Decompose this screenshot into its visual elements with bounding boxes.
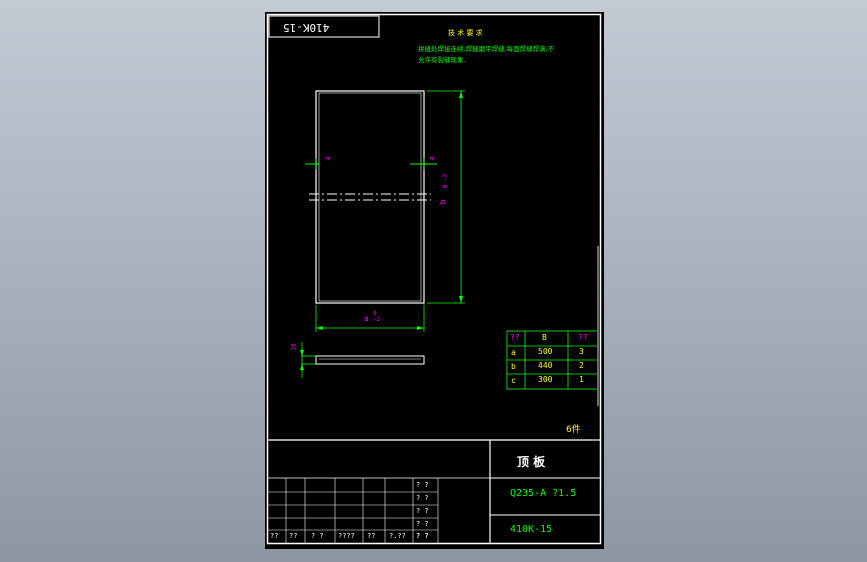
dim-bottom-tol: 0 -2	[373, 310, 381, 323]
bottom-cell-3: ? ?	[311, 532, 324, 540]
viewport-scrollbar[interactable]	[597, 246, 599, 406]
bottom-cell-4: ????	[338, 532, 355, 540]
bottom-cell-6: ?.??	[389, 532, 406, 540]
part-name: 顶 板	[517, 455, 546, 469]
dim-bottom-label: a	[364, 314, 369, 323]
param-header-1: ??	[510, 333, 520, 342]
dim-side-thickness: 10	[290, 343, 298, 351]
param-row-c-val: 300	[538, 375, 553, 384]
param-row-b-key: b	[511, 362, 516, 371]
sign-mark-1: ? ?	[416, 481, 429, 489]
bottom-cell-7: ? ?	[416, 532, 429, 540]
drawing-lines	[266, 13, 602, 545]
param-row-c-qty: 1	[579, 375, 584, 384]
drawing-number: 410K-15	[510, 524, 553, 535]
param-row-b-val: 440	[538, 361, 553, 370]
bottom-cell-5: ??	[367, 532, 376, 540]
param-row-a-qty: 3	[579, 347, 584, 356]
param-header-2: B	[542, 333, 547, 342]
dim-height-tol: 0 -2	[442, 173, 450, 189]
material-spec: Q235-A ?1.5	[510, 488, 577, 499]
param-row-b-qty: 2	[579, 361, 584, 370]
sign-mark-4: ? ?	[416, 520, 429, 528]
sign-mark-3: ? ?	[416, 507, 429, 515]
tech-req-line-2: 允许有裂缝现象.	[418, 56, 466, 64]
tech-req-line-1: 拼缝处焊接连续,焊缝磨平焊缝,每面焊缝焊满,不	[418, 45, 555, 53]
dim-width-left: 4	[324, 156, 333, 161]
param-row-c-key: c	[511, 376, 516, 385]
sign-mark-2: ? ?	[416, 494, 429, 502]
dim-height-label: b	[438, 199, 448, 205]
bottom-cell-2: ??	[289, 532, 298, 540]
param-row-a-val: 500	[538, 347, 553, 356]
mirrored-drawing-code: 410K-15	[283, 21, 330, 34]
param-header-3: ??	[578, 333, 588, 342]
bottom-cell-1: ??	[270, 532, 279, 540]
quantity-label: 6件	[566, 425, 581, 435]
dim-width-right: 4	[428, 156, 437, 161]
drawing-sheet: 410K-15 技 术 要 求 拼缝处焊接连续,焊缝磨平焊缝,每面焊缝焊满,不 …	[265, 12, 604, 549]
param-row-a-key: a	[511, 348, 516, 357]
tech-req-title: 技 术 要 求	[448, 29, 483, 37]
